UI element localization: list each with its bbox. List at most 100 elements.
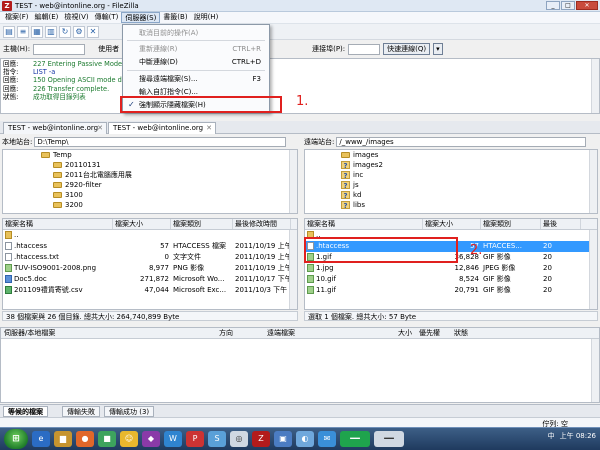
remote-list-scrollbar[interactable] xyxy=(589,230,597,309)
app-icon[interactable]: ✉ xyxy=(318,431,336,447)
col-filetype[interactable]: 檔案類別 xyxy=(171,219,233,229)
quickconnect-dropdown-icon[interactable]: ▾ xyxy=(433,43,443,55)
host-input[interactable] xyxy=(33,43,86,55)
remote-tree-scrollbar[interactable] xyxy=(589,150,597,213)
col-modified[interactable]: 最後 xyxy=(541,219,581,229)
close-button[interactable]: ✕ xyxy=(576,1,598,10)
ie-icon[interactable]: e xyxy=(32,431,50,447)
tree-item[interactable]: 2920-filter xyxy=(3,180,297,190)
local-tree[interactable]: Temp 20110131 2011台北電腦應用展 2920-filter 31… xyxy=(2,149,298,214)
menu-bookmarks[interactable]: 書籤(B) xyxy=(160,12,190,23)
tree-item[interactable]: Temp xyxy=(3,150,297,160)
local-list-scrollbar[interactable] xyxy=(289,230,297,309)
refresh-icon[interactable]: ↻ xyxy=(59,25,71,38)
col-server-local-file[interactable]: 伺服器/本地檔案 xyxy=(4,328,55,338)
start-button[interactable]: ⊞ xyxy=(4,429,28,449)
col-priority[interactable]: 優先權 xyxy=(419,328,440,338)
menu-item-reconnect[interactable]: 重新連線(R) CTRL+R xyxy=(123,43,269,55)
table-row[interactable]: 10.gif 8,524 GIF 影像 20 xyxy=(305,274,597,285)
menu-server[interactable]: 伺服器(S) xyxy=(121,12,161,23)
table-row[interactable]: TUV-ISO9001-2008.png 8,977 PNG 影像 2011/1… xyxy=(3,263,297,274)
tree-item[interactable]: ? images2 xyxy=(305,160,597,170)
col-remote-file[interactable]: 遠端檔案 xyxy=(267,328,295,338)
col-direction[interactable]: 方向 xyxy=(219,328,233,338)
col-filesize[interactable]: 檔案大小 xyxy=(113,219,171,229)
toggle-log-icon[interactable]: ≡ xyxy=(17,25,29,38)
app-icon[interactable]: ◐ xyxy=(296,431,314,447)
close-tab-icon[interactable]: ✕ xyxy=(97,123,103,134)
tree-item[interactable]: ? inc xyxy=(305,170,597,180)
menu-item-cancel-operation[interactable]: 取消目前的操作(A) xyxy=(123,27,269,39)
process-queue-icon[interactable]: ⚙ xyxy=(73,25,85,38)
menu-view[interactable]: 檢視(V) xyxy=(61,12,91,23)
app-icon[interactable]: ▣ xyxy=(274,431,292,447)
filezilla-taskbar-icon[interactable]: Z xyxy=(252,431,270,447)
col-status[interactable]: 狀態 xyxy=(454,328,468,338)
folder-icon[interactable]: ▆ xyxy=(54,431,72,447)
tab-connection-1[interactable]: TEST - web@intonline.org ✕ xyxy=(3,122,107,134)
transfer-queue[interactable]: 伺服器/本地檔案 方向 遠端檔案 大小 優先權 狀態 xyxy=(0,327,600,403)
word-icon[interactable]: W xyxy=(164,431,182,447)
tree-item[interactable]: ? libs xyxy=(305,200,597,210)
app-icon[interactable]: ■ xyxy=(98,431,116,447)
col-filetype[interactable]: 檔案類別 xyxy=(481,219,541,229)
tree-item[interactable]: ? js xyxy=(305,180,597,190)
table-row[interactable]: .. xyxy=(3,230,297,241)
tab-failed-transfers[interactable]: 傳輸失敗 xyxy=(62,406,100,417)
col-filename[interactable]: 檔案名稱 xyxy=(305,219,423,229)
table-row[interactable]: Doc5.doc 271,872 Microsoft Wo... 2011/10… xyxy=(3,274,297,285)
menu-help[interactable]: 說明(H) xyxy=(191,12,222,23)
table-row[interactable]: .htaccess.txt 0 文字文件 2011/10/19 上午 xyxy=(3,252,297,263)
tab-successful-transfers[interactable]: 傳輸成功 (3) xyxy=(104,406,155,417)
tree-item[interactable]: ? kd xyxy=(305,190,597,200)
col-filesize[interactable]: 檔案大小 xyxy=(423,219,481,229)
remote-tree[interactable]: images ? images2 ? inc ? js ? kd ? libs xyxy=(304,149,598,214)
maximize-button[interactable]: □ xyxy=(561,1,575,10)
log-scrollbar[interactable] xyxy=(591,59,599,113)
toggle-local-tree-icon[interactable]: ▦ xyxy=(31,25,43,38)
table-row[interactable]: 201109禮貨寄號.csv 47,044 Microsoft Exc... 2… xyxy=(3,285,297,296)
filezilla-icon: Z xyxy=(2,0,12,11)
menu-edit[interactable]: 編輯(E) xyxy=(32,12,62,23)
app-icon[interactable]: ━━ xyxy=(374,431,404,447)
powerpoint-icon[interactable]: P xyxy=(186,431,204,447)
tab-connection-2[interactable]: TEST - web@intonline.org ✕ xyxy=(108,122,216,134)
tree-item[interactable]: 20110131 xyxy=(3,160,297,170)
app-icon[interactable]: ◎ xyxy=(230,431,248,447)
col-modified[interactable]: 最後修改時間 xyxy=(233,219,291,229)
messenger-icon[interactable]: ━━ xyxy=(340,431,370,447)
port-input[interactable] xyxy=(348,43,381,55)
tree-item[interactable]: 3100 xyxy=(3,190,297,200)
skype-icon[interactable]: S xyxy=(208,431,226,447)
minimize-button[interactable]: _ xyxy=(546,1,560,10)
site-manager-icon[interactable]: ▤ xyxy=(3,25,15,38)
table-row[interactable]: 11.gif 20,791 GIF 影像 20 xyxy=(305,285,597,296)
menu-file[interactable]: 檔案(F) xyxy=(2,12,32,23)
table-row[interactable]: .htaccess 57 HTACCESS 檔案 2011/10/19 上午 xyxy=(3,241,297,252)
menu-item-search-remote[interactable]: 搜尋遠端檔案(S)... F3 xyxy=(123,73,269,85)
remote-path-input[interactable]: /_www_/images xyxy=(336,137,587,147)
local-file-list[interactable]: 檔案名稱 檔案大小 檔案類別 最後修改時間 .. .htaccess 57 HT… xyxy=(2,218,298,310)
tree-item[interactable]: images xyxy=(305,150,597,160)
tab-queued-files[interactable]: 等候的檔案 xyxy=(3,406,48,417)
local-path-input[interactable]: D:\Temp\ xyxy=(34,137,287,147)
app-icon[interactable]: ◆ xyxy=(142,431,160,447)
tree-item[interactable]: 3200 xyxy=(3,200,297,210)
col-filename[interactable]: 檔案名稱 xyxy=(3,219,113,229)
language-indicator[interactable]: 中 xyxy=(548,431,555,441)
local-tree-scrollbar[interactable] xyxy=(289,150,297,213)
menu-item-disconnect[interactable]: 中斷連線(D) CTRL+D xyxy=(123,56,269,68)
col-size[interactable]: 大小 xyxy=(398,328,412,338)
quickconnect-button[interactable]: 快速連線(Q) xyxy=(383,43,431,55)
tree-item[interactable]: 2011台北電腦應用展 xyxy=(3,170,297,180)
queue-scrollbar[interactable] xyxy=(591,339,599,402)
table-row[interactable]: 1.jpg 12,846 JPEG 影像 20 xyxy=(305,263,597,274)
clock[interactable]: 上午 08:26 xyxy=(560,431,596,441)
menu-transfer[interactable]: 傳輸(T) xyxy=(92,12,122,23)
close-tab-icon[interactable]: ✕ xyxy=(206,123,212,134)
firefox-icon[interactable]: ● xyxy=(76,431,94,447)
toggle-remote-tree-icon[interactable]: ▥ xyxy=(45,25,57,38)
remote-file-list[interactable]: 檔案名稱 檔案大小 檔案類別 最後 .. .htaccess 57 HTACCE… xyxy=(304,218,598,310)
emoticon-icon[interactable]: ☺ xyxy=(120,431,138,447)
cancel-icon[interactable]: ✕ xyxy=(87,25,99,38)
